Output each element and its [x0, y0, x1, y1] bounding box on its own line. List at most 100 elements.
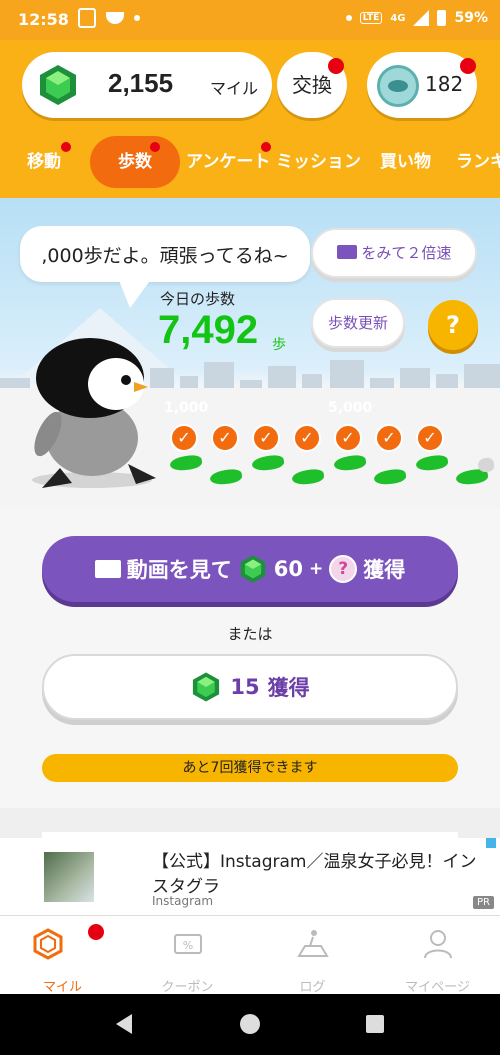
- tab-mission[interactable]: ミッション: [276, 136, 361, 188]
- check-icon: ✓: [334, 424, 362, 452]
- video-icon: [336, 245, 357, 259]
- remaining-text: あと7回獲得できます: [182, 760, 318, 776]
- nav-log[interactable]: ログ: [250, 916, 375, 995]
- help-button[interactable]: ?: [428, 300, 478, 350]
- earn-suffix: 獲得: [267, 676, 310, 700]
- nav-mypage[interactable]: マイページ: [375, 916, 500, 995]
- gem-icon: [40, 65, 76, 105]
- tab-move[interactable]: 移動: [27, 136, 71, 188]
- remaining-count-banner: あと7回獲得できます: [42, 754, 458, 782]
- bottom-navigation: マイル % クーポン ログ マイページ: [0, 916, 500, 995]
- signal-icon: [413, 10, 430, 26]
- speech-bubble-tail: [118, 278, 152, 308]
- check-icon: ✓: [293, 424, 321, 452]
- miles-value: 2,155: [108, 68, 174, 98]
- svg-text:%: %: [183, 939, 193, 952]
- check-icon: ✓: [252, 424, 280, 452]
- footprint-icon: [333, 453, 367, 473]
- watch-prefix: 動画を見て: [126, 558, 232, 582]
- tab-label: 歩数: [118, 152, 152, 172]
- tab-label: ミッション: [276, 152, 361, 172]
- back-icon[interactable]: [116, 1014, 132, 1034]
- battery-icon: [437, 10, 447, 26]
- ad-pr-label: PR: [473, 896, 494, 909]
- ad-banner[interactable]: 【公式】Instagram／温泉女子必見！インスタグラ Instagram PR: [0, 838, 500, 916]
- footprint-icon: [169, 453, 203, 473]
- system-navigation-bar: [0, 994, 500, 1055]
- exchange-label: 交換: [292, 73, 332, 97]
- status-bar: 12:58 LTE 4G 59%: [0, 0, 500, 40]
- hexagon-gem-icon: [33, 928, 63, 960]
- tickets-value: 182: [425, 72, 464, 96]
- notification-app-icon: [78, 8, 96, 28]
- watch-suffix: 獲得: [363, 558, 406, 582]
- recent-apps-icon[interactable]: [366, 1015, 384, 1033]
- gem-icon: [193, 672, 220, 702]
- miles-balance[interactable]: 2,155 マイル: [22, 52, 272, 118]
- nav-miles[interactable]: マイル: [0, 916, 125, 995]
- video-speed-label: をみて２倍速: [361, 244, 452, 262]
- ad-thumbnail: [44, 852, 94, 902]
- steps-value: 7,492: [158, 308, 259, 352]
- ad-title: 【公式】Instagram／温泉女子必見！インスタグラ: [152, 852, 477, 897]
- ad-choices-icon[interactable]: [486, 838, 496, 848]
- tab-shopping[interactable]: 買い物: [380, 136, 431, 188]
- nav-label: マイル: [42, 980, 82, 995]
- status-time: 12:58: [18, 10, 69, 29]
- nav-badge: [88, 924, 104, 940]
- volte-icon: LTE: [359, 12, 383, 24]
- walking-person-icon: [297, 930, 329, 957]
- footprint-icon: [415, 453, 449, 473]
- earn-amount: 15: [230, 675, 260, 699]
- fish-coin-icon: [377, 65, 419, 107]
- app-header: 2,155 マイル 交換 182 移動 歩数 アンケート ミッション 買い物 ラ…: [0, 40, 500, 198]
- category-tabs: 移動 歩数 アンケート ミッション 買い物 ランキ: [0, 136, 500, 192]
- milestone-1000: 1,000: [164, 400, 209, 416]
- user-icon: [424, 930, 452, 959]
- miles-unit: マイル: [209, 79, 258, 98]
- dot-icon: [345, 15, 352, 21]
- check-icon: ✓: [211, 424, 239, 452]
- watch-amount: 60: [273, 557, 303, 581]
- footprint-track: [166, 450, 496, 490]
- penguin-mascot-icon: [32, 338, 156, 488]
- speech-text: ,000歩だよ。頑張ってるね~: [41, 245, 289, 267]
- coupon-icon: %: [174, 934, 202, 954]
- gem-icon: [240, 555, 266, 583]
- footprint-icon: [251, 453, 285, 473]
- tab-steps[interactable]: 歩数: [90, 136, 180, 188]
- tab-badge: [61, 142, 71, 152]
- notification-icons: [78, 8, 140, 28]
- check-icon: ✓: [416, 424, 444, 452]
- tab-badge: [150, 142, 160, 152]
- battery-percent: 59%: [454, 10, 488, 26]
- watch-video-2x-speed-button[interactable]: をみて２倍速: [311, 228, 477, 278]
- exchange-notification-badge: [328, 58, 344, 74]
- notification-dot-icon: [134, 15, 140, 21]
- network-type: 4G: [390, 12, 406, 24]
- system-icons: LTE 4G 59%: [345, 10, 488, 26]
- home-icon[interactable]: [240, 1014, 260, 1034]
- nav-coupon[interactable]: % クーポン: [125, 916, 250, 995]
- steps-label: 今日の歩数: [160, 290, 236, 308]
- tab-badge: [261, 142, 271, 152]
- check-icon: ✓: [170, 424, 198, 452]
- nav-label: クーポン: [161, 980, 214, 995]
- speech-bubble: ,000歩だよ。頑張ってるね~: [20, 226, 310, 282]
- update-label: 歩数更新: [327, 314, 388, 332]
- content-separator: [0, 808, 500, 842]
- earn-reward-button[interactable]: 15 獲得: [42, 654, 458, 720]
- tab-label: アンケート: [186, 152, 271, 172]
- tab-ranking[interactable]: ランキ: [456, 136, 500, 188]
- check-icon: ✓: [375, 424, 403, 452]
- milestone-5000: 5,000: [328, 400, 373, 416]
- steps-hero: ,000歩だよ。頑張ってるね~ をみて２倍速 今日の歩数 7,492 歩 歩数更…: [0, 198, 500, 508]
- watch-video-reward-button[interactable]: 動画を見て 60 + ? 獲得: [42, 536, 458, 602]
- or-text: または: [227, 625, 273, 643]
- update-steps-button[interactable]: 歩数更新: [311, 298, 405, 348]
- film-icon: [94, 560, 121, 578]
- nav-label: ログ: [299, 980, 326, 995]
- watch-plus: +: [308, 559, 324, 579]
- tab-survey[interactable]: アンケート: [186, 136, 271, 188]
- footprint-icon: [291, 467, 325, 487]
